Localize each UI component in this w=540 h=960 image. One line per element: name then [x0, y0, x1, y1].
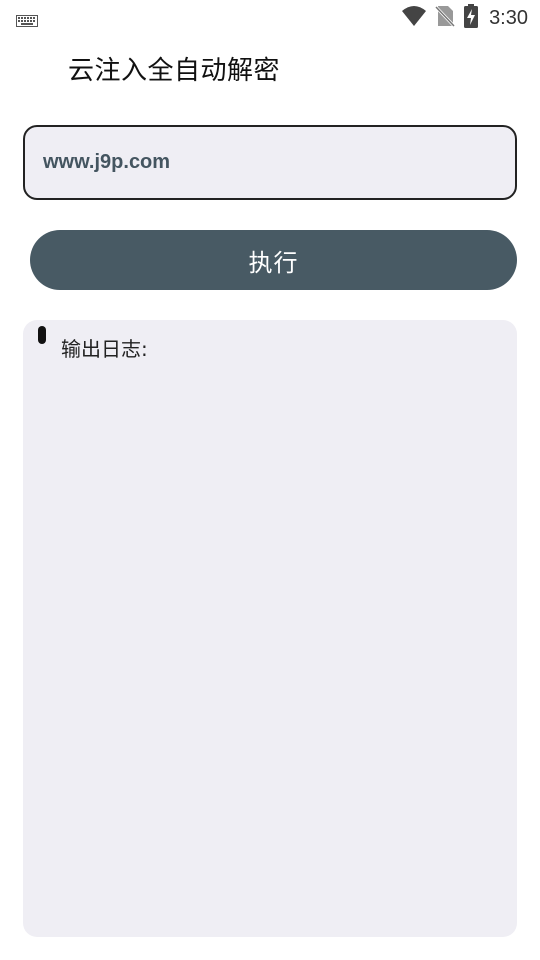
status-icons: 3:30 — [401, 4, 528, 32]
keyboard-icon — [16, 12, 38, 31]
output-log-panel[interactable]: 输出日志: — [23, 320, 517, 937]
execute-button[interactable]: 执行 — [30, 230, 517, 290]
url-input[interactable] — [23, 125, 517, 200]
status-time: 3:30 — [489, 6, 528, 29]
wifi-icon — [401, 5, 427, 31]
text-cursor — [38, 326, 46, 344]
output-log-label: 输出日志: — [61, 337, 148, 361]
battery-charging-icon — [463, 4, 479, 32]
app-screen: 3:30 云注入全自动解密 执行 输出日志: — [0, 0, 540, 960]
no-sim-icon — [434, 5, 456, 31]
page-title: 云注入全自动解密 — [68, 56, 281, 86]
status-bar: 3:30 — [0, 0, 540, 36]
